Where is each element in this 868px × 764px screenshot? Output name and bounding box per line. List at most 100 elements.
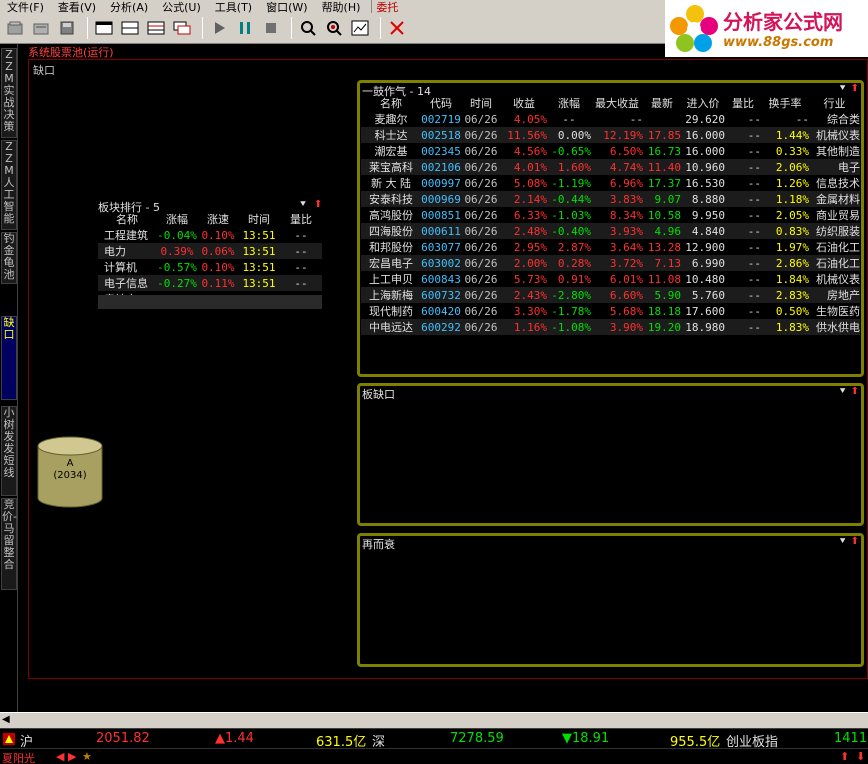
tab-auction[interactable]: 竞价-马留整合 bbox=[1, 498, 17, 590]
col-change[interactable]: 涨幅 bbox=[156, 211, 198, 227]
col-max-return[interactable]: 最大收益 bbox=[591, 95, 643, 111]
col-return[interactable]: 收益 bbox=[501, 95, 547, 111]
pin-up-icon[interactable]: ⬆ bbox=[851, 536, 859, 547]
stock-latest: 17.85 bbox=[643, 127, 681, 143]
dropdown-icon[interactable]: ⯆ bbox=[839, 536, 847, 547]
sector-volratio: -- bbox=[280, 275, 322, 291]
chart-icon[interactable] bbox=[349, 17, 371, 39]
col-volratio[interactable]: 量比 bbox=[280, 211, 322, 227]
pin-up-icon[interactable]: ⬆ bbox=[851, 83, 859, 94]
layout-cascade-icon[interactable] bbox=[171, 17, 193, 39]
stock-time: 06/26 bbox=[461, 223, 501, 239]
col-latest[interactable]: 最新 bbox=[643, 95, 681, 111]
sector-name: 工程建筑 bbox=[104, 229, 148, 242]
col-name[interactable]: 名称 bbox=[361, 95, 421, 111]
sector-change: -0.27% bbox=[156, 275, 198, 291]
table-row[interactable]: 电子信息 -0.27% 0.11% 13:51 -- bbox=[98, 275, 322, 291]
search-icon[interactable] bbox=[297, 17, 319, 39]
tab-zzm-ai[interactable]: ZZM人工智能 bbox=[1, 140, 17, 230]
up-arrow-icon[interactable]: ⬆ bbox=[840, 750, 849, 763]
stock-latest: 18.18 bbox=[647, 304, 681, 318]
sh-change: ▲1.44 bbox=[215, 731, 254, 746]
pin-up-icon[interactable]: ⬆ bbox=[851, 386, 859, 397]
dropdown-icon[interactable]: ⯆ bbox=[299, 199, 307, 210]
tab-xiaoshu[interactable]: 小树发发短线 bbox=[1, 406, 17, 496]
stock-turnover: 1.44% bbox=[761, 127, 809, 143]
layout-single-icon[interactable] bbox=[93, 17, 115, 39]
tab-zzm-decision[interactable]: ZZM实战决策 bbox=[1, 48, 17, 138]
stock-max-return: 5.68% bbox=[609, 304, 643, 318]
table-row[interactable]: 安泰科技 000969 06/26 2.14% -0.44% 3.83% 9.0… bbox=[361, 191, 860, 207]
horizontal-scrollbar[interactable]: ◀ bbox=[0, 712, 868, 728]
stock-pool-cylinder[interactable]: A (2034) bbox=[36, 436, 104, 508]
table-row[interactable]: 上工申贝 600843 06/26 5.73% 0.91% 6.01% 11.0… bbox=[361, 271, 860, 287]
col-change[interactable]: 涨幅 bbox=[547, 95, 591, 111]
stock-volratio: -- bbox=[725, 223, 761, 239]
sector-time: 13:51 bbox=[238, 243, 280, 259]
dropdown-icon[interactable]: ⯆ bbox=[839, 386, 847, 397]
table-row[interactable]: 科士达 002518 06/26 11.56% 0.00% 12.19% 17.… bbox=[361, 127, 860, 143]
layout-split-icon[interactable] bbox=[119, 17, 141, 39]
stock-industry: 房地产 bbox=[809, 287, 860, 303]
col-speed[interactable]: 涨速 bbox=[198, 211, 238, 227]
play-icon[interactable] bbox=[208, 17, 230, 39]
star-icon[interactable]: ★ bbox=[82, 750, 92, 763]
sz-value: 7278.59 bbox=[450, 731, 504, 746]
stock-return: 4.01% bbox=[501, 159, 547, 175]
stock-turnover: 1.18% bbox=[761, 191, 809, 207]
table-row[interactable]: 中电远达 600292 06/26 1.16% -1.08% 3.90% 19.… bbox=[361, 319, 860, 335]
stock-change: 2.87% bbox=[557, 240, 591, 254]
stop-icon[interactable] bbox=[260, 17, 282, 39]
sector-change: -0.57% bbox=[157, 260, 197, 274]
stock-latest: 11.40 bbox=[643, 159, 681, 175]
stock-time: 06/26 bbox=[464, 208, 498, 222]
stock-time: 06/26 bbox=[461, 255, 501, 271]
table-row[interactable]: 现代制药 600420 06/26 3.30% -1.78% 5.68% 18.… bbox=[361, 303, 860, 319]
stock-industry: 商业贸易 bbox=[816, 209, 860, 222]
layout-multi-icon[interactable] bbox=[145, 17, 167, 39]
table-row[interactable]: 工程建筑 -0.04% 0.10% 13:51 -- bbox=[98, 227, 322, 243]
table-row[interactable]: 宏昌电子 603002 06/26 2.00% 0.28% 3.72% 7.13… bbox=[361, 255, 860, 271]
col-volratio[interactable]: 量比 bbox=[725, 95, 761, 111]
table-row[interactable]: 麦趣尔 002719 06/26 4.05% -- -- 29.620 -- -… bbox=[361, 111, 861, 127]
table-row[interactable]: 莱宝高科 002106 06/26 4.01% 1.60% 4.74% 11.4… bbox=[361, 159, 860, 175]
table-row[interactable]: 高鸿股份 000851 06/26 6.33% -1.03% 8.34% 10.… bbox=[361, 207, 860, 223]
sector-volratio: -- bbox=[294, 228, 308, 242]
pin-up-icon[interactable]: ⬆ bbox=[314, 199, 322, 210]
toolbar-separator bbox=[202, 17, 203, 39]
stock-volratio: -- bbox=[747, 240, 761, 254]
new-icon[interactable] bbox=[4, 17, 26, 39]
table-row[interactable]: 潮宏基 002345 06/26 4.56% -0.65% 6.50% 16.7… bbox=[361, 143, 861, 159]
tab-golden-turtle[interactable]: 钓金龟池 bbox=[1, 232, 17, 284]
find-stock-icon[interactable] bbox=[323, 17, 345, 39]
col-turnover[interactable]: 换手率 bbox=[761, 95, 809, 111]
col-time[interactable]: 时间 bbox=[461, 95, 501, 111]
table-row[interactable]: 上海新梅 600732 06/26 2.43% -2.80% 6.60% 5.9… bbox=[361, 287, 860, 303]
open-icon[interactable] bbox=[30, 17, 52, 39]
stock-max-return: 4.74% bbox=[591, 159, 643, 175]
stock-code: 600732 bbox=[421, 287, 461, 303]
stock-volratio: -- bbox=[747, 208, 761, 222]
col-code[interactable]: 代码 bbox=[421, 95, 461, 111]
next-icon[interactable]: ▶ bbox=[68, 750, 76, 763]
stock-entry: 6.990 bbox=[681, 255, 725, 271]
col-entry[interactable]: 进入价 bbox=[681, 95, 725, 111]
stock-return: 4.05% bbox=[513, 112, 547, 126]
table-row[interactable]: 计算机 -0.57% 0.10% 13:51 -- bbox=[98, 259, 322, 275]
tab-gap[interactable]: 缺口 bbox=[1, 316, 17, 400]
dropdown-icon[interactable]: ⯆ bbox=[839, 83, 847, 94]
col-time[interactable]: 时间 bbox=[238, 211, 280, 227]
table-row[interactable]: 和邦股份 603077 06/26 2.95% 2.87% 3.64% 13.2… bbox=[361, 239, 860, 255]
stock-time: 06/26 bbox=[461, 191, 501, 207]
table-row[interactable]: 新 大 陆 000997 06/26 5.08% -1.19% 6.96% 17… bbox=[361, 175, 860, 191]
down-arrow-icon[interactable]: ⬇ bbox=[856, 750, 865, 763]
col-name[interactable]: 名称 bbox=[98, 211, 156, 227]
table-row[interactable]: 四海股份 000611 06/26 2.48% -0.40% 3.93% 4.9… bbox=[361, 223, 860, 239]
scroll-left-icon[interactable]: ◀ bbox=[2, 714, 10, 725]
col-industry[interactable]: 行业 bbox=[809, 95, 860, 111]
prev-icon[interactable]: ◀ bbox=[56, 750, 64, 763]
table-row[interactable]: 电力 0.39% 0.06% 13:51 -- bbox=[98, 243, 322, 259]
pause-icon[interactable] bbox=[234, 17, 256, 39]
save-icon[interactable] bbox=[56, 17, 78, 39]
close-icon[interactable] bbox=[386, 17, 408, 39]
